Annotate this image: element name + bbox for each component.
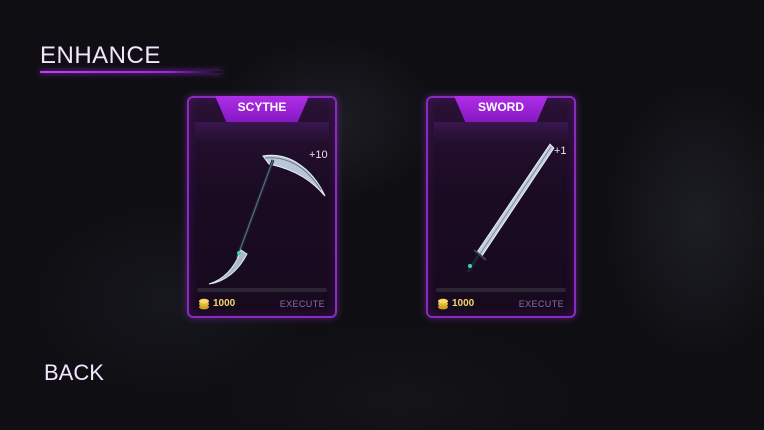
- enhance-cost: 1000: [213, 298, 236, 309]
- execute-button[interactable]: EXECUTE: [280, 299, 325, 309]
- card-divider: [197, 288, 327, 292]
- weapon-card-scythe[interactable]: SCYTHE +10 1000 EXECUTE: [187, 96, 337, 318]
- coin-icon: [199, 298, 209, 310]
- back-button[interactable]: BACK: [44, 360, 104, 386]
- sword-icon: [466, 143, 555, 273]
- execute-button[interactable]: EXECUTE: [519, 299, 564, 309]
- page-title: ENHANCE: [40, 42, 161, 69]
- title-underline: [40, 71, 222, 73]
- scythe-icon: [208, 154, 326, 285]
- weapon-card-sword[interactable]: SWORD +1 1000 EXECUTE: [426, 96, 576, 318]
- enhance-cost: 1000: [452, 298, 475, 309]
- card-divider: [436, 288, 566, 292]
- coin-icon: [438, 298, 448, 310]
